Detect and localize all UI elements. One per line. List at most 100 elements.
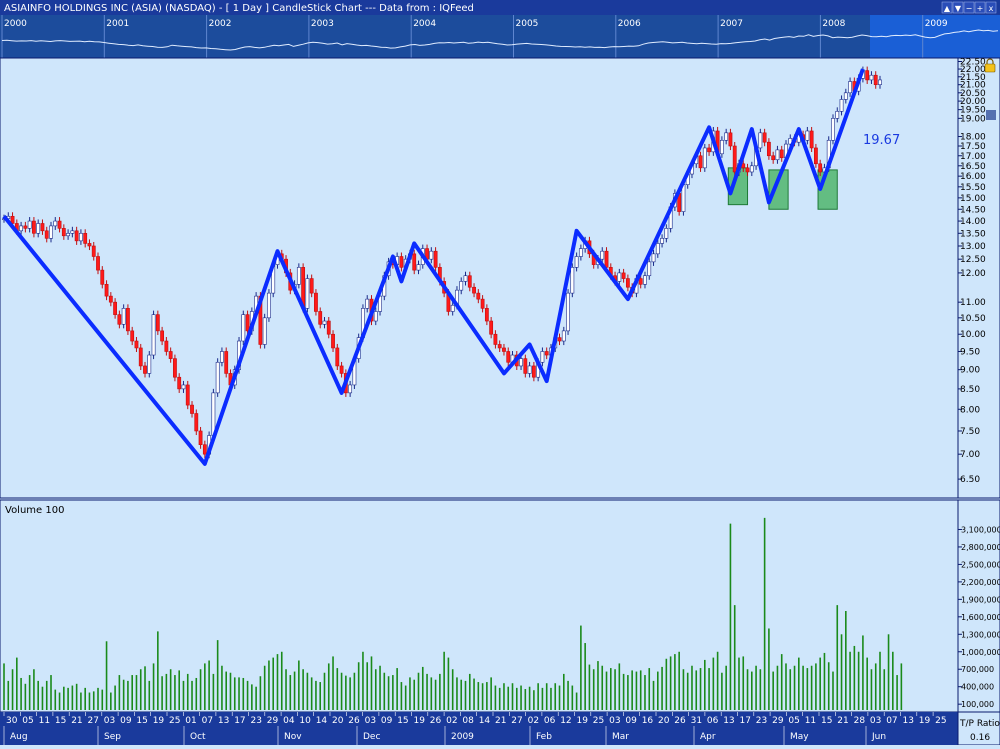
volume-tick-label: 1,900,000 xyxy=(961,595,1000,604)
candle-body xyxy=(617,272,622,282)
window-button-label-3: + xyxy=(977,4,984,13)
candle-body xyxy=(143,365,147,374)
date-day-label: 30 xyxy=(6,716,18,726)
date-day-label: 03 xyxy=(104,716,115,726)
scroll-marker-icon[interactable] xyxy=(986,110,996,120)
date-day-label: 13 xyxy=(903,716,914,726)
date-day-label: 17 xyxy=(740,716,751,726)
candle-body xyxy=(79,232,83,242)
candle-body xyxy=(707,147,711,153)
candle-body xyxy=(335,347,340,367)
candle-body xyxy=(745,167,750,173)
candle-body xyxy=(126,308,130,332)
candle-body xyxy=(348,384,353,394)
candle-body xyxy=(544,351,549,356)
date-day-label: 08 xyxy=(462,716,474,726)
candle-body xyxy=(655,243,660,255)
candle-body xyxy=(818,163,823,173)
candle-body xyxy=(130,330,135,342)
candle-body xyxy=(66,232,70,237)
candle-body xyxy=(134,340,139,349)
candle-body xyxy=(724,132,729,141)
candle-body xyxy=(194,413,199,432)
price-tick-label: 16.50 xyxy=(960,162,986,172)
date-day-label: 04 xyxy=(283,716,295,726)
candle-body xyxy=(433,250,438,268)
candle-body xyxy=(173,358,177,378)
date-month-label: Oct xyxy=(190,732,206,742)
candle-body xyxy=(762,132,767,143)
candle-body xyxy=(638,278,643,285)
date-day-label: 01 xyxy=(185,716,196,726)
candle-body xyxy=(155,314,160,332)
date-day-label: 11 xyxy=(39,716,50,726)
price-tick-label: 6.50 xyxy=(960,475,980,485)
price-tick-label: 17.50 xyxy=(960,142,986,152)
candle-body xyxy=(843,92,848,100)
date-day-label: 03 xyxy=(609,716,620,726)
price-tick-label: 7.50 xyxy=(960,427,980,437)
candle-body xyxy=(365,298,370,309)
candle-body xyxy=(168,351,173,359)
date-month-label: Dec xyxy=(363,732,380,742)
overview-year-2004: 2004 xyxy=(413,19,436,29)
date-month-label: Aug xyxy=(10,732,28,742)
date-day-label: 25 xyxy=(169,716,180,726)
candle-body xyxy=(566,292,570,332)
candle-body xyxy=(74,230,79,242)
overview-year-2008: 2008 xyxy=(822,19,845,29)
candle-body xyxy=(121,308,126,325)
window-buttons: ▲ ▼ − + x xyxy=(941,1,997,14)
volume-tick-label: 400,000 xyxy=(961,683,994,692)
date-day-label: 06 xyxy=(707,716,719,726)
date-day-label: 20 xyxy=(658,716,670,726)
candle-body xyxy=(523,358,528,374)
date-month-label: Apr xyxy=(700,732,716,742)
candle-body xyxy=(732,145,737,173)
date-day-label: 29 xyxy=(772,716,784,726)
date-day-label: 29 xyxy=(267,716,279,726)
date-month-label: 2009 xyxy=(451,732,474,742)
candle-body xyxy=(220,351,224,363)
date-month-label: Sep xyxy=(104,732,121,742)
candle-body xyxy=(527,365,532,374)
volume-tick-label: 3,100,000 xyxy=(961,525,1000,534)
volume-panel-label: Volume 100 xyxy=(5,505,64,516)
candle-body xyxy=(412,253,417,271)
overview-year-2003: 2003 xyxy=(311,19,334,29)
candle-body xyxy=(57,220,62,229)
candle-body xyxy=(814,147,818,165)
candle-body xyxy=(314,292,318,312)
candle-body xyxy=(561,330,566,342)
date-day-label: 26 xyxy=(348,716,360,726)
candle-body xyxy=(296,267,301,285)
candle-body xyxy=(775,149,780,161)
candle-body xyxy=(211,392,216,436)
date-day-label: 02 xyxy=(528,716,539,726)
candle-body xyxy=(604,250,609,268)
date-day-label: 07 xyxy=(202,716,213,726)
candle-body xyxy=(339,365,344,374)
overview-year-2001: 2001 xyxy=(106,19,129,29)
date-day-label: 07 xyxy=(886,716,897,726)
candle-body xyxy=(574,256,579,268)
candle-body xyxy=(749,165,754,173)
date-month-label: May xyxy=(790,732,809,742)
date-day-label: 26 xyxy=(674,716,686,726)
candle-body xyxy=(326,320,331,335)
price-tick-label: 9.50 xyxy=(960,347,980,357)
date-day-label: 11 xyxy=(805,716,816,726)
date-day-label: 05 xyxy=(788,716,799,726)
candle-body xyxy=(164,340,169,352)
date-day-label: 03 xyxy=(365,716,376,726)
date-day-label: 23 xyxy=(756,716,767,726)
date-day-label: 14 xyxy=(479,716,491,726)
candle-body xyxy=(805,130,810,141)
candle-body xyxy=(91,245,96,257)
candle-body xyxy=(429,250,434,260)
overview-strip[interactable] xyxy=(0,15,1000,58)
candle-body xyxy=(177,376,182,390)
candle-body xyxy=(117,314,122,325)
candle-body xyxy=(147,354,152,374)
date-day-label: 21 xyxy=(495,716,506,726)
